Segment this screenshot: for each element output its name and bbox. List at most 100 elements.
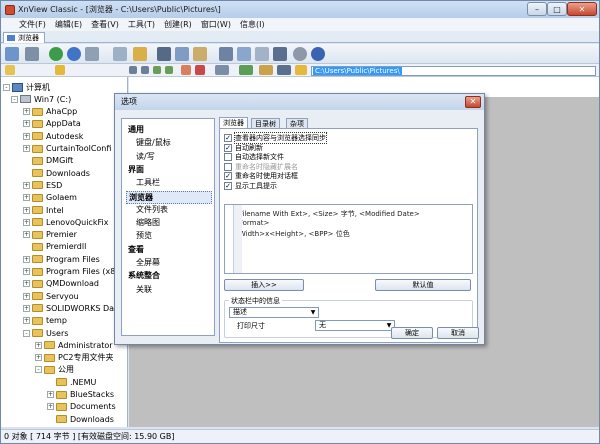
expand-toggle-icon[interactable]: + xyxy=(23,108,30,116)
category-item[interactable]: 文件列表 xyxy=(136,204,168,215)
address-input[interactable]: C:\Users\Public\Pictures\ xyxy=(311,66,596,76)
tree-item[interactable]: Premierdll xyxy=(23,241,86,253)
category-item[interactable]: 键盘/鼠标 xyxy=(136,137,171,148)
option-checkbox[interactable]: 重命名时隐藏扩展名 xyxy=(224,162,298,172)
checkmark-icon[interactable]: ✓ xyxy=(224,134,232,142)
category-item[interactable]: 系统整合 xyxy=(128,270,160,281)
nav-left-icon[interactable] xyxy=(129,66,137,74)
dialog-close-button[interactable]: ✕ xyxy=(465,96,481,108)
capture-icon[interactable] xyxy=(193,47,207,61)
fullscreen-icon[interactable] xyxy=(25,47,39,61)
star-dropdown-icon[interactable] xyxy=(295,65,307,75)
tree-item[interactable]: .NEMU xyxy=(47,376,96,388)
convert-icon[interactable] xyxy=(273,47,287,61)
cancel-button[interactable]: 取消 xyxy=(437,327,479,339)
menu-create[interactable]: 创建(R) xyxy=(164,19,192,30)
expand-toggle-icon[interactable]: - xyxy=(23,329,30,337)
gear-icon[interactable] xyxy=(293,47,307,61)
tree-item[interactable]: + LenovoQuickFix xyxy=(23,216,108,228)
filter-icon[interactable] xyxy=(259,65,273,75)
expand-toggle-icon[interactable]: + xyxy=(23,292,30,300)
category-item[interactable]: 查看 xyxy=(128,244,144,255)
menu-info[interactable]: 信息(I) xyxy=(240,19,265,30)
tree-item[interactable]: + temp xyxy=(23,315,67,327)
category-item[interactable]: 缩略图 xyxy=(136,217,160,228)
tree-item[interactable]: Downloads xyxy=(23,167,90,179)
template-scrollbar[interactable] xyxy=(233,205,242,273)
back-icon[interactable] xyxy=(67,47,81,61)
menu-edit[interactable]: 编辑(E) xyxy=(55,19,82,30)
tree-item[interactable]: + Program Files xyxy=(23,253,100,265)
tree-item[interactable]: DMGift xyxy=(23,155,73,167)
status-info-select[interactable]: 描述 ▼ xyxy=(229,307,319,318)
tree-item[interactable]: Downloads xyxy=(47,413,114,425)
expand-toggle-icon[interactable]: + xyxy=(23,280,30,288)
expand-toggle-icon[interactable]: + xyxy=(23,304,30,312)
expand-toggle-icon[interactable]: + xyxy=(23,120,30,128)
expand-toggle-icon[interactable]: + xyxy=(23,255,30,263)
expand-toggle-icon[interactable]: - xyxy=(11,95,18,103)
expand-toggle-icon[interactable]: + xyxy=(35,354,42,362)
category-item[interactable]: 读/写 xyxy=(136,151,155,162)
category-item[interactable]: 关联 xyxy=(136,284,152,295)
category-item[interactable]: 通用 xyxy=(128,124,144,135)
expand-toggle-icon[interactable]: + xyxy=(23,145,30,152)
checkbox-icon[interactable] xyxy=(224,162,232,171)
options-icon[interactable] xyxy=(277,65,291,75)
expand-toggle-icon[interactable]: + xyxy=(47,391,54,398)
slideshow-icon[interactable] xyxy=(175,47,189,61)
open-icon[interactable] xyxy=(85,47,99,61)
tree-item[interactable]: - Users xyxy=(23,327,68,339)
print-icon[interactable] xyxy=(219,47,233,61)
tree-item[interactable]: - Win7 (C:) xyxy=(11,93,71,105)
expand-toggle-icon[interactable]: + xyxy=(23,181,30,189)
tree-item[interactable]: + Documents xyxy=(47,401,116,413)
tree-item[interactable]: + SOLIDWORKS Data xyxy=(23,302,122,314)
tab-browser[interactable]: 浏览器 xyxy=(3,32,45,43)
category-item[interactable]: 界面 xyxy=(128,164,144,175)
option-checkbox[interactable]: ✓ 查看器内容与浏览器选择同步 xyxy=(224,132,327,144)
new-folder-icon[interactable] xyxy=(181,65,191,75)
expand-toggle-icon[interactable]: + xyxy=(23,231,30,239)
tree-item[interactable]: + Administrator xyxy=(35,339,113,351)
expand-toggle-icon[interactable]: + xyxy=(23,206,30,214)
tree-item[interactable]: + AhaCpp xyxy=(23,106,77,118)
close-button[interactable]: ✕ xyxy=(567,2,597,16)
print-size-select[interactable]: 无 ▼ xyxy=(315,320,395,331)
folder-up-icon[interactable] xyxy=(5,65,15,75)
tree-item[interactable]: + Premier xyxy=(23,229,77,241)
nav-down-icon[interactable] xyxy=(153,66,161,74)
checkbox-icon[interactable] xyxy=(224,153,232,162)
option-checkbox[interactable]: ✓ 自动刷新 xyxy=(224,143,263,153)
checkmark-icon[interactable]: ✓ xyxy=(224,143,232,152)
expand-toggle-icon[interactable]: + xyxy=(23,218,30,226)
category-item[interactable]: 预览 xyxy=(136,230,152,241)
checkmark-icon[interactable]: ✓ xyxy=(224,172,232,181)
batch-icon[interactable] xyxy=(255,47,269,61)
tree-item[interactable]: + Servyou xyxy=(23,290,79,302)
expand-toggle-icon[interactable]: - xyxy=(3,83,10,91)
menu-view[interactable]: 查看(V) xyxy=(91,19,119,30)
find-icon[interactable] xyxy=(157,47,171,61)
expand-toggle-icon[interactable]: - xyxy=(35,366,42,374)
tree-item[interactable]: + BlueStacks xyxy=(47,389,114,401)
browser-icon[interactable] xyxy=(5,47,19,61)
menu-tools[interactable]: 工具(T) xyxy=(128,19,155,30)
option-checkbox[interactable]: 自动选择新文件 xyxy=(224,152,284,162)
scan-icon[interactable] xyxy=(237,47,251,61)
sort-icon[interactable] xyxy=(239,65,253,75)
maximize-button[interactable]: □ xyxy=(547,2,567,16)
category-item[interactable]: 浏览器 xyxy=(126,190,212,204)
move-icon[interactable] xyxy=(133,47,147,61)
ok-button[interactable]: 确定 xyxy=(391,327,433,339)
option-checkbox[interactable]: ✓ 重命名时使用对话框 xyxy=(224,171,298,181)
expand-toggle-icon[interactable]: + xyxy=(23,132,30,140)
help-icon[interactable] xyxy=(311,47,325,61)
nav-right-icon[interactable] xyxy=(141,66,149,74)
view-mode-icon[interactable] xyxy=(215,65,229,75)
refresh-icon[interactable] xyxy=(49,47,63,61)
category-item[interactable]: 全屏幕 xyxy=(136,257,160,268)
favorite-star-icon[interactable] xyxy=(55,65,65,75)
tree-item[interactable]: +lichengbiao xyxy=(47,425,116,428)
tree-item[interactable]: - 计算机 xyxy=(3,81,50,93)
